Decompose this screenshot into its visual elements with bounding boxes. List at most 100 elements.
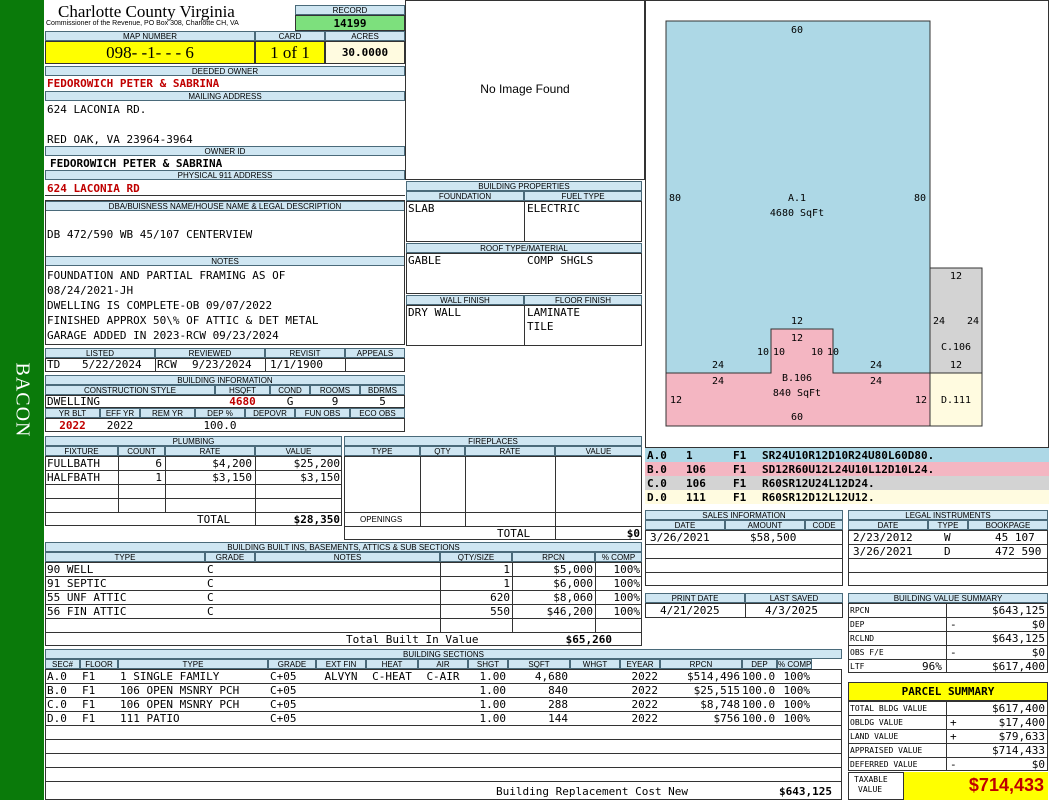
section-b-area: 840 SqFt (773, 388, 821, 399)
section-cell: 100.0 (742, 698, 776, 711)
parcel-key: APPRAISED VALUE (850, 746, 923, 755)
bedrooms: 5 (379, 395, 386, 408)
bi-comp-header: % COMP (595, 552, 642, 562)
bi-type-header: TYPE (45, 552, 205, 562)
section-cell: C-HEAT (372, 670, 412, 683)
section-cell: 1.00 (479, 712, 507, 725)
parcel-value: $17,400 (998, 716, 1045, 729)
section-cell: F1 (82, 712, 96, 725)
legend-code: SD12R60U12L24U10L12D10L24. (762, 463, 935, 476)
c-left: 24 (933, 316, 945, 327)
section-cell: 2022 (631, 684, 659, 697)
foundation-header: FOUNDATION (406, 191, 524, 201)
bi-qty: 550 (490, 605, 510, 618)
bi-comp: 100% (613, 577, 641, 590)
section-cell: 100% (783, 670, 811, 683)
section-cell: B.0 (47, 684, 67, 697)
fireplaces-header: FIREPLACES (344, 436, 642, 446)
section-col-header: % COMP (777, 659, 812, 669)
print-date-header: PRINT DATE (645, 593, 745, 603)
section-d-name: D.111 (941, 395, 971, 406)
bi-rpcn: $46,200 (546, 605, 593, 618)
section-a-name: A.1 (788, 193, 806, 204)
rate: $4,200 (212, 457, 252, 470)
section-cell: 100% (783, 684, 811, 697)
section-cell: 288 (548, 698, 568, 711)
bi-grade: C (207, 577, 214, 590)
bvs-value: $643,125 (992, 632, 1045, 645)
bvs-header: BUILDING VALUE SUMMARY (848, 593, 1048, 603)
rate: $3,150 (212, 471, 252, 484)
rooms: 9 (331, 395, 339, 408)
section-cell: 106 OPEN MSNRY PCH (120, 698, 240, 711)
parcel-key: OBLDG VALUE (850, 718, 903, 727)
section-cell: 111 PATIO (120, 712, 180, 725)
section-cell: 2022 (631, 670, 659, 683)
effyr-header: EFF YR (100, 408, 140, 418)
legal-type-header: TYPE (928, 520, 968, 530)
legend-area: 106 (686, 477, 706, 490)
legal-book: 472 590 (995, 545, 1042, 558)
building-info-header: BUILDING INFORMATION (45, 375, 405, 385)
bi-grade: C (207, 563, 214, 576)
section-cell: F1 (82, 698, 96, 711)
deeded-owner-header: DEEDED OWNER (45, 66, 405, 76)
section-cell: F1 (82, 670, 96, 683)
sections-total-label: Building Replacement Cost New (496, 785, 689, 798)
section-cell: $756 (713, 712, 741, 725)
section-c-name: C.106 (941, 342, 971, 353)
sections-total: $643,125 (779, 785, 832, 798)
reviewed-by: RCW (157, 358, 177, 371)
owner-id: FEDOROWICH PETER & SABRINA (50, 157, 223, 170)
taxable-label-2: VALUE (858, 785, 883, 794)
section-cell: 2022 (631, 698, 659, 711)
year-built: 2022 (59, 419, 86, 432)
funobs-header: FUN OBS (295, 408, 350, 418)
parcel-value: $79,633 (998, 730, 1045, 743)
mailing-line1: 624 LACONIA RD. (47, 103, 147, 116)
record-value: 14199 (295, 15, 405, 31)
section-cell: 100% (783, 698, 811, 711)
c-top: 12 (950, 271, 962, 282)
reviewed-header: REVIEWED (155, 348, 265, 358)
bi-rpcn-header: RPCN (512, 552, 595, 562)
depovr-header: DEPOVR (245, 408, 295, 418)
plumbing-header: PLUMBING (45, 436, 342, 446)
value: $3,150 (300, 471, 340, 484)
bi-type: 55 UNF ATTIC (47, 591, 127, 604)
dep-pct: 100.0 (203, 419, 237, 432)
bi-comp: 100% (613, 591, 641, 604)
legend-id: A.0 (647, 449, 667, 462)
deeded-owner: FEDOROWICH PETER & SABRINA (47, 77, 220, 90)
legal-type: W (944, 531, 951, 544)
record-header: RECORD (295, 5, 405, 15)
section-cell: 2022 (631, 712, 659, 725)
revisit-date: 1/1/1900 (270, 358, 323, 371)
legend-id: C.0 (647, 477, 667, 490)
bdrms-header: BDRMS (360, 385, 405, 395)
section-cell: 1.00 (479, 698, 507, 711)
sections-header: BUILDING SECTIONS (45, 649, 842, 659)
sales-date-header: DATE (645, 520, 725, 530)
bi-comp: 100% (613, 605, 641, 618)
listed-header: LISTED (45, 348, 155, 358)
roof-type: GABLE (408, 254, 442, 267)
bi-rpcn: $6,000 (553, 577, 593, 590)
legal-date: 2/23/2012 (853, 531, 913, 544)
section-b-name: B.106 (782, 373, 812, 384)
bi-qty: 620 (490, 591, 510, 604)
legend-id: D.0 (647, 491, 667, 504)
section-cell: C.0 (47, 698, 67, 711)
legend-area: 1 (686, 449, 693, 462)
section-cell: 100% (783, 712, 811, 725)
side-bar: BACON (0, 0, 44, 800)
section-col-header: DEP (742, 659, 777, 669)
section-cell: $8,748 (700, 698, 740, 711)
value-header: VALUE (255, 446, 342, 456)
parcel-value: $617,400 (992, 702, 1045, 715)
no-image-text: No Image Found (480, 82, 570, 96)
bi-rpcn: $5,000 (553, 563, 593, 576)
fixture: HALFBATH (47, 471, 100, 484)
parcel-summary-title: PARCEL SUMMARY (848, 682, 1048, 701)
section-cell: C+05 (270, 698, 297, 711)
